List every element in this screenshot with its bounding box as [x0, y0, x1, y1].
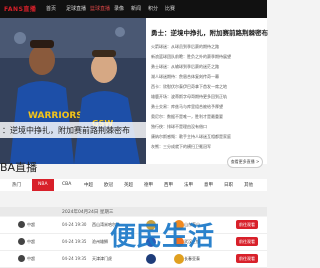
nav-item-football[interactable]: 足球直播	[66, 5, 86, 12]
hero-photo: WARRIORS GSW	[0, 18, 146, 164]
news-panel: 勇士：逆境中挣扎，附加赛前路荆棘密布 火箭球迷：从球员到季后赛的期待之路 新浪篮…	[146, 18, 268, 164]
news-item[interactable]: 灰熊：三分成就下的横扫卫冕冠军	[151, 144, 211, 150]
section-title: BA直播	[0, 161, 38, 174]
match-league: 中超	[27, 256, 35, 261]
news-item[interactable]: 西卡：欣慰伏尔泰伊巴奇拿下首发一席之地	[151, 84, 227, 90]
news-item[interactable]: 勇士球迷：从输球到季后赛的迷茫之路	[151, 64, 219, 70]
news-headline[interactable]: 勇士：逆境中挣扎，附加赛前路荆棘密布	[151, 27, 268, 37]
date-bar: 2024年04月24日 星期三	[0, 207, 267, 216]
nav-item-news[interactable]: 新闻	[131, 5, 141, 12]
top-nav: FANS直播 首页 足球直播 篮球直播 录像 新闻 积分 比赛	[0, 0, 267, 18]
tab-jleague[interactable]: 日职	[224, 182, 233, 188]
hero-caption-bar: ：逆境中挣扎，附加赛前路荆棘密布	[0, 122, 146, 138]
tab-epl[interactable]: 英超	[124, 182, 133, 188]
watermark-logo: 便民生活	[110, 222, 215, 252]
watch-button[interactable]: 前往观看	[236, 254, 258, 263]
news-item[interactable]: 勇士交易：库兹马与库里组合被给予厚望	[151, 104, 223, 110]
nav-item-basketball[interactable]: 篮球直播	[90, 5, 110, 12]
league-tabs: 热门 NBA CBA 中超 欧冠 英超 德甲 西甲 法甲 意甲 日职 其他	[0, 179, 267, 191]
watch-button[interactable]: 前往观看	[236, 220, 258, 229]
tab-cba[interactable]: CBA	[62, 182, 71, 187]
nav-item-replay[interactable]: 录像	[114, 5, 124, 12]
tab-bundesliga[interactable]: 德甲	[144, 182, 153, 188]
news-item[interactable]: 独行侠：排球不是理由没有借口	[151, 124, 207, 130]
tab-hot[interactable]: 热门	[12, 182, 21, 188]
away-team-logo-icon	[174, 254, 184, 264]
nav-item-home[interactable]: 首页	[46, 5, 56, 12]
match-time: 04-24 19:30	[62, 222, 87, 227]
tab-ucl[interactable]: 欧冠	[104, 182, 113, 188]
date-label: 2024年04月24日 星期三	[62, 210, 114, 215]
football-icon	[18, 255, 25, 262]
home-team[interactable]: 天津津门虎	[92, 256, 112, 262]
news-item[interactable]: 火箭球迷：从球员到季后赛的期待之路	[151, 44, 219, 50]
match-league: 中超	[27, 239, 35, 244]
match-row: 中超 04-24 19:35 天津津门虎 长春亚泰 前往观看	[0, 251, 267, 268]
home-team-logo-icon	[146, 254, 156, 264]
news-item[interactable]: 雄鹿开场：波蒂斯字母哥期待更多回到正轨	[151, 94, 227, 100]
nav-item-matches[interactable]: 比赛	[165, 5, 175, 12]
hero-banner[interactable]: WARRIORS GSW ：逆境中挣扎，附加赛前路荆棘密布	[0, 18, 146, 164]
news-item[interactable]: 奥尼尔：数据不是唯一，胜利才是最重要	[151, 114, 223, 120]
football-icon	[18, 221, 25, 228]
more-live-button[interactable]: 查看更多直播 >	[227, 156, 263, 168]
nav-item-standings[interactable]: 积分	[148, 5, 158, 12]
news-item[interactable]: 湖人球迷期待：詹眉合体复刻传奇一幕	[151, 74, 219, 80]
match-time: 04-24 19:35	[62, 239, 87, 244]
tab-seriea[interactable]: 意甲	[204, 182, 213, 188]
match-time: 04-24 19:35	[62, 256, 87, 261]
match-league: 中超	[27, 222, 35, 227]
tab-nba[interactable]: NBA	[32, 179, 54, 191]
away-team[interactable]: 长春亚泰	[184, 256, 200, 262]
tab-ligue1[interactable]: 法甲	[184, 182, 193, 188]
watch-button[interactable]: 前往观看	[236, 237, 258, 246]
news-item[interactable]: 新浪篮球团队前瞻：胜负之外的赛季期待展望	[151, 54, 231, 60]
home-team[interactable]: 沧州雄狮	[92, 239, 108, 245]
football-icon	[18, 238, 25, 245]
hero-caption[interactable]: ：逆境中挣扎，附加赛前路荆棘密布	[2, 125, 130, 136]
tab-other[interactable]: 其他	[244, 182, 253, 188]
site-logo[interactable]: FANS直播	[4, 4, 36, 13]
news-item[interactable]: 康纳尔斯感慨：歌手主持人球迷互相都是家庭	[151, 134, 231, 140]
tab-laliga[interactable]: 西甲	[164, 182, 173, 188]
tab-csl[interactable]: 中超	[84, 182, 93, 188]
svg-text:WARRIORS: WARRIORS	[28, 111, 83, 121]
